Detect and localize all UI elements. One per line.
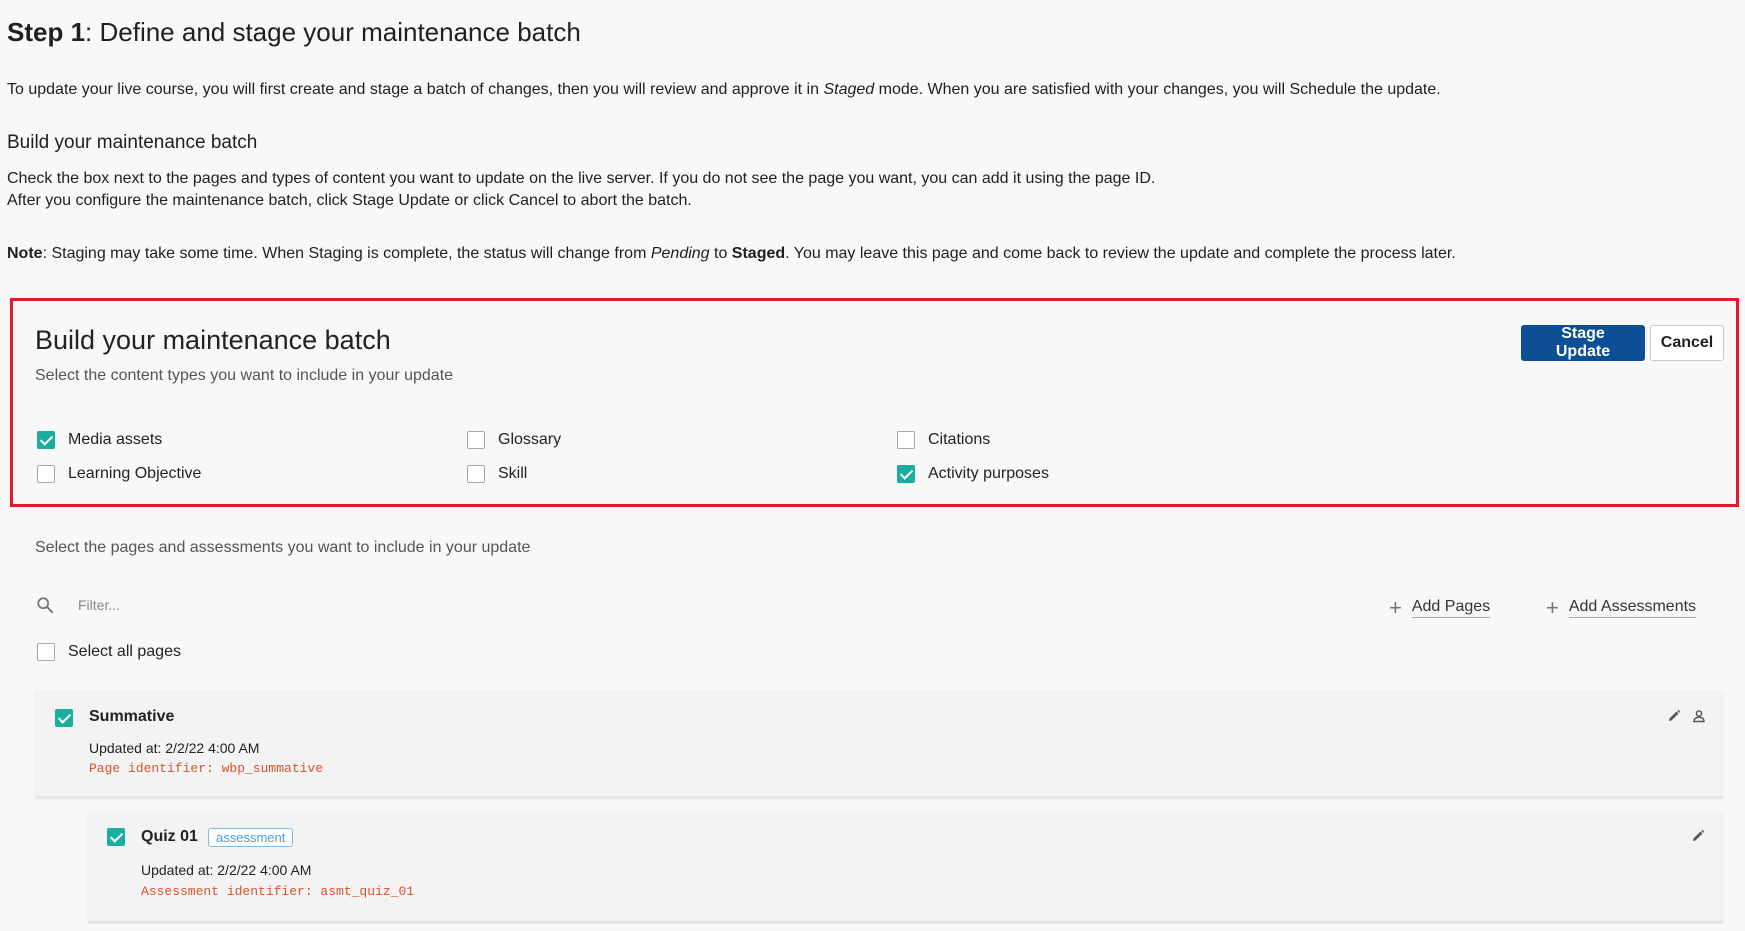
batch-panel-subtitle: Select the content types you want to inc…	[35, 367, 454, 384]
pages-subtitle: Select the pages and assessments you wan…	[35, 539, 531, 556]
step-label: Step 1	[7, 17, 86, 47]
citations-label: Citations	[928, 431, 991, 448]
quiz-01-identifier: Assessment identifier: asmt_quiz_01	[141, 884, 415, 899]
search-icon	[36, 596, 54, 614]
stage-update-button[interactable]: Stage Update	[1521, 325, 1645, 361]
activity-purposes-label: Activity purposes	[928, 465, 1049, 482]
pencil-icon[interactable]	[1689, 827, 1707, 845]
build-instructions-2: After you configure the maintenance batc…	[7, 192, 692, 209]
note-strong: Staged	[731, 245, 786, 262]
batch-panel-title: Build your maintenance batch	[35, 325, 391, 355]
build-heading: Build your maintenance batch	[7, 132, 258, 153]
pencil-icon[interactable]	[1665, 707, 1683, 725]
assessment-card-quiz-01: Quiz 01 assessment Updated at: 2/2/22 4:…	[88, 811, 1723, 923]
select-all-label: Select all pages	[68, 643, 181, 660]
step-title-text: : Define and stage your maintenance batc…	[85, 17, 581, 47]
add-assessments-label: Add Assessments	[1568, 598, 1697, 618]
skill-checkbox[interactable]	[467, 465, 485, 483]
summative-title: Summative	[89, 708, 175, 725]
plus-icon: +	[1389, 595, 1402, 620]
add-pages-label: Add Pages	[1411, 598, 1491, 618]
media-assets-checkbox[interactable]	[37, 431, 55, 449]
quiz-01-checkbox[interactable]	[107, 828, 125, 846]
summative-updated: Updated at: 2/2/22 4:00 AM	[89, 740, 260, 756]
activity-purposes-checkbox[interactable]	[897, 465, 915, 483]
skill-label: Skill	[498, 465, 528, 482]
learning-objective-label: Learning Objective	[68, 465, 202, 482]
intro-text: To update your live course, you will fir…	[7, 79, 1441, 101]
intro-em: Staged	[823, 81, 875, 98]
glossary-checkbox[interactable]	[467, 431, 485, 449]
note-part3: . You may leave this page and come back …	[785, 245, 1456, 262]
summative-checkbox[interactable]	[55, 709, 73, 727]
media-assets-label: Media assets	[68, 431, 163, 448]
add-assessments-link[interactable]: + Add Assessments	[1546, 595, 1697, 620]
citations-checkbox[interactable]	[897, 431, 915, 449]
step-title: Step 1: Define and stage your maintenanc…	[7, 14, 581, 50]
quiz-01-updated: Updated at: 2/2/22 4:00 AM	[141, 862, 312, 878]
summative-identifier: Page identifier: wbp_summative	[89, 761, 324, 776]
glossary-label: Glossary	[498, 431, 562, 448]
quiz-01-title: Quiz 01	[141, 828, 198, 845]
note-label: Note	[7, 245, 43, 262]
note-text: Note: Staging may take some time. When S…	[7, 243, 1456, 265]
filter-input[interactable]	[70, 593, 386, 617]
add-pages-link[interactable]: + Add Pages	[1389, 595, 1491, 620]
user-icon[interactable]	[1690, 707, 1708, 725]
note-part1: : Staging may take some time. When Stagi…	[42, 245, 651, 262]
build-instructions-1: Check the box next to the pages and type…	[7, 170, 1156, 187]
page-card-summative: Summative Updated at: 2/2/22 4:00 AM Pag…	[35, 690, 1723, 798]
cancel-button[interactable]: Cancel	[1650, 325, 1724, 361]
assessment-badge: assessment	[208, 828, 294, 847]
note-em: Pending	[650, 245, 710, 262]
note-part2: to	[709, 245, 732, 262]
page: Step 1: Define and stage your maintenanc…	[0, 0, 1745, 931]
intro-part1: To update your live course, you will fir…	[7, 81, 824, 98]
learning-objective-checkbox[interactable]	[37, 465, 55, 483]
intro-part2: mode. When you are satisfied with your c…	[874, 81, 1441, 98]
select-all-checkbox[interactable]	[37, 643, 55, 661]
plus-icon: +	[1546, 595, 1559, 620]
